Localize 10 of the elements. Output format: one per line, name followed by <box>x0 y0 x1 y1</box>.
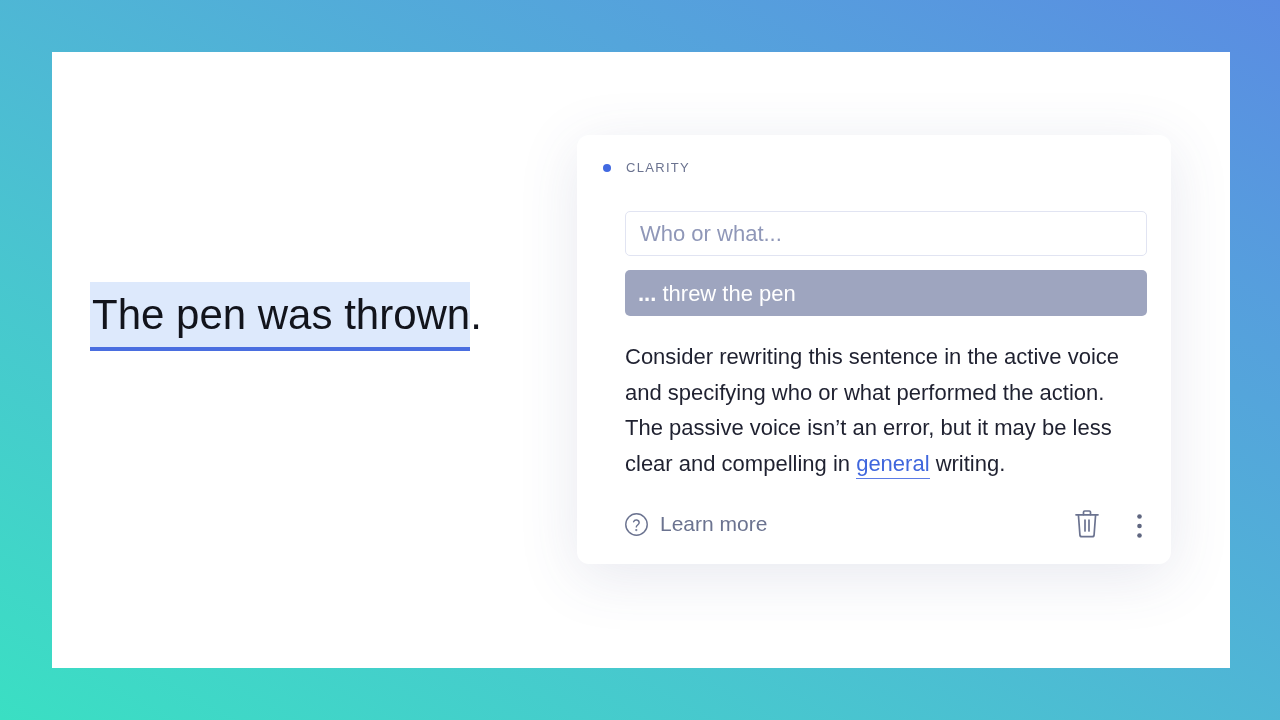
who-or-what-input[interactable]: Who or what... <box>625 211 1147 256</box>
delete-button[interactable] <box>1075 510 1099 538</box>
general-link[interactable]: general <box>856 450 930 479</box>
explanation-text: Consider rewriting this sentence in the active voice and specifying who or what performed the action. The passive voice isn’t an error, but it may be less clear and compelling in general writing. <box>625 339 1147 481</box>
help-icon <box>625 512 648 536</box>
learn-more-button[interactable]: Learn more <box>625 508 768 540</box>
more-options-button[interactable] <box>1137 514 1142 538</box>
vertical-dots-icon <box>1137 514 1142 538</box>
category-label: CLARITY <box>626 159 690 178</box>
trash-icon <box>1075 510 1099 538</box>
